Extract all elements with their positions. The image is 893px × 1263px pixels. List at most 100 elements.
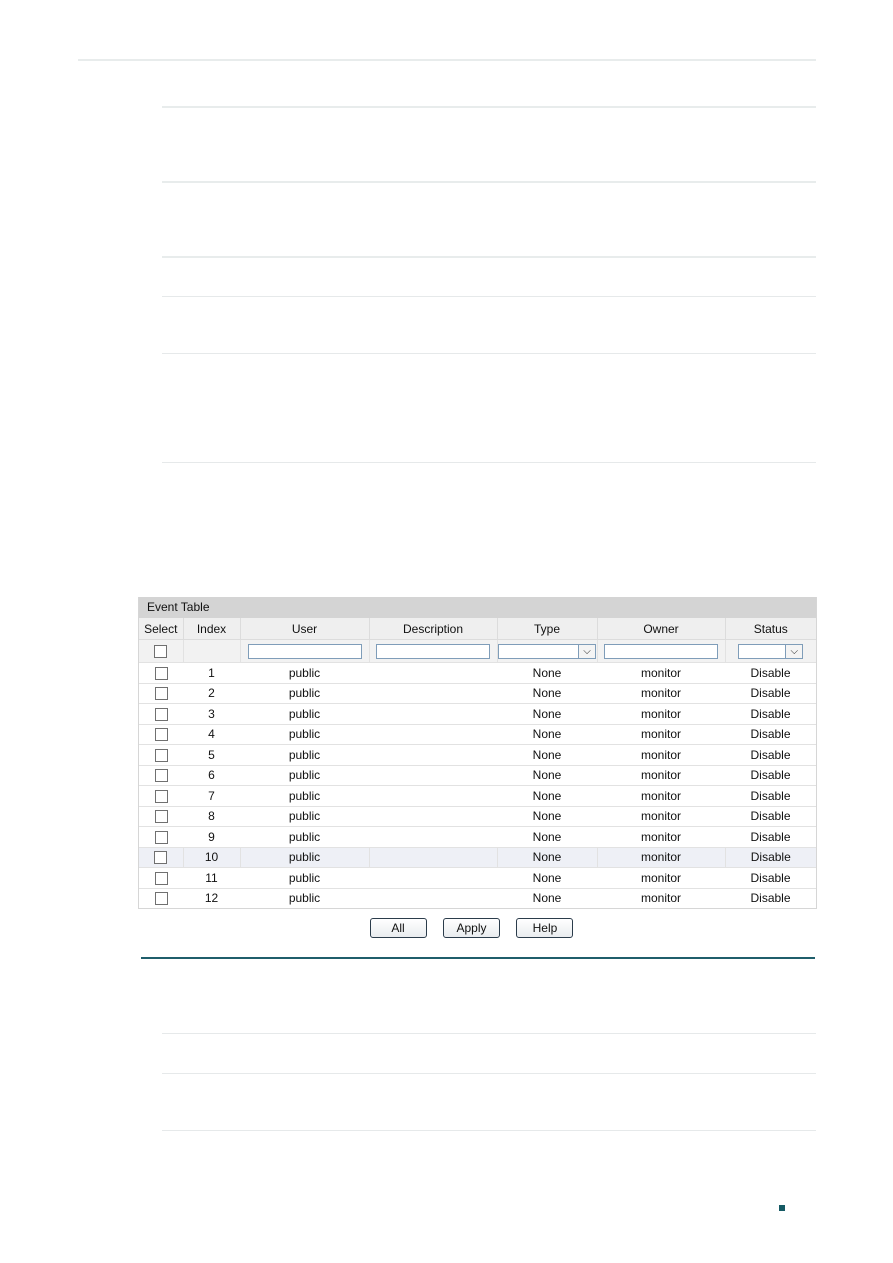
cell-type: None <box>497 806 597 827</box>
row-select-checkbox[interactable] <box>154 851 168 865</box>
cell-description <box>369 683 497 704</box>
divider <box>162 106 816 108</box>
cell-type: None <box>497 867 597 889</box>
cell-owner: monitor <box>597 785 725 807</box>
row-select-checkbox[interactable] <box>154 707 168 721</box>
cell-owner: monitor <box>597 724 725 745</box>
help-button[interactable]: Help <box>516 918 574 938</box>
divider <box>162 1073 816 1074</box>
row-select-checkbox[interactable] <box>154 871 168 885</box>
cell-owner: monitor <box>597 662 725 684</box>
table-row[interactable]: 1 public None monitor Disable <box>139 662 816 684</box>
user-filter-input[interactable] <box>247 643 362 659</box>
table-row[interactable]: 4 public None monitor Disable <box>139 724 816 745</box>
column-header-user: User <box>240 618 370 640</box>
row-select-checkbox[interactable] <box>154 810 168 824</box>
table-row[interactable]: 9 public None monitor Disable <box>139 826 816 848</box>
owner-filter-input[interactable] <box>604 643 718 659</box>
select-all-checkbox[interactable] <box>154 645 168 659</box>
row-select-checkbox[interactable] <box>154 892 168 906</box>
row-select-checkbox[interactable] <box>154 830 168 844</box>
cell-owner: monitor <box>597 683 725 704</box>
table-row[interactable]: 8 public None monitor Disable <box>139 806 816 827</box>
description-filter-input[interactable] <box>376 643 490 659</box>
divider <box>162 256 816 258</box>
cell-status: Disable <box>725 662 816 684</box>
cell-type: None <box>497 847 598 868</box>
cell-owner: monitor <box>597 847 726 868</box>
column-header-index: Index <box>183 618 241 640</box>
filter-index-cell <box>183 639 241 663</box>
cell-user: public <box>240 662 369 684</box>
table-row[interactable]: 2 public None monitor Disable <box>139 683 816 704</box>
cell-user: public <box>240 724 369 745</box>
column-header-type: Type <box>497 618 598 640</box>
chevron-down-icon[interactable]: ⌵ <box>578 644 595 658</box>
cell-user: public <box>240 826 369 848</box>
cell-type: None <box>497 744 597 766</box>
row-select-checkbox[interactable] <box>154 748 168 762</box>
cell-index: 2 <box>183 683 240 704</box>
cell-type: None <box>532 891 562 906</box>
chevron-down-icon[interactable]: ⌵ <box>785 644 803 658</box>
cell-user: public <box>240 683 369 704</box>
type-filter-select[interactable]: ⌵ <box>498 643 596 659</box>
cell-index: 4 <box>183 724 240 745</box>
cell-status: Disable <box>725 785 816 807</box>
row-select-checkbox[interactable] <box>154 789 168 803</box>
cell-description <box>369 662 497 684</box>
table-row[interactable]: 10 public None monitor Disable <box>139 847 816 868</box>
cell-description <box>369 785 497 807</box>
column-header-status: Status <box>725 618 816 640</box>
cell-status: Disable <box>725 703 816 725</box>
status-filter-select[interactable]: ⌵ <box>738 643 804 659</box>
column-header-description: Description <box>369 618 498 640</box>
cell-owner: monitor <box>597 765 725 786</box>
table-row[interactable]: 3 public None monitor Disable <box>139 703 816 725</box>
square-bullet-icon <box>779 1205 785 1211</box>
cell-description <box>369 847 498 868</box>
filter-row: ⌵ ⌵ <box>139 639 816 663</box>
cell-type: None <box>497 683 597 704</box>
cell-status: Disable <box>725 847 816 868</box>
cell-index: 1 <box>183 662 240 684</box>
table-header-row: Select Index User Description Type Owner… <box>139 618 816 640</box>
apply-button[interactable]: Apply <box>443 918 500 938</box>
divider <box>162 296 816 297</box>
row-select-checkbox[interactable] <box>154 687 168 701</box>
cell-index: 11 <box>183 867 240 889</box>
divider <box>162 1130 816 1131</box>
cell-type: None <box>497 826 597 848</box>
cell-owner: monitor <box>597 826 725 848</box>
cell-description <box>369 867 497 889</box>
row-select-checkbox[interactable] <box>154 666 168 680</box>
cell-status: Disable <box>725 826 816 848</box>
cell-user: public <box>240 744 369 766</box>
row-select-checkbox[interactable] <box>154 769 168 783</box>
table-row[interactable]: 11 public None monitor Disable <box>139 867 816 889</box>
cell-description <box>369 724 497 745</box>
table-row[interactable]: 12 public None monitor Disable <box>139 888 816 908</box>
cell-index: 3 <box>183 703 240 725</box>
event-table-grid: Select Index User Description Type Owner… <box>139 618 816 908</box>
cell-type: None <box>497 703 597 725</box>
table-row[interactable]: 5 public None monitor Disable <box>139 744 816 766</box>
column-header-owner: Owner <box>597 618 726 640</box>
row-select-checkbox[interactable] <box>154 728 168 742</box>
cell-description <box>369 888 497 908</box>
cell-user: public <box>240 703 369 725</box>
cell-index: 6 <box>183 765 240 786</box>
cell-index: 7 <box>183 785 240 807</box>
table-row[interactable]: 6 public None monitor Disable <box>139 765 816 786</box>
cell-description <box>369 826 497 848</box>
cell-description <box>369 806 497 827</box>
cell-description <box>369 703 497 725</box>
table-row[interactable]: 7 public None monitor Disable <box>139 785 816 807</box>
cell-user: public <box>240 806 369 827</box>
divider <box>162 353 816 354</box>
cell-index: 9 <box>183 826 240 848</box>
cell-index: 5 <box>183 744 240 766</box>
select-all-button[interactable]: All <box>369 918 427 938</box>
cell-status: Disable <box>725 683 816 704</box>
cell-user: public <box>240 867 369 889</box>
